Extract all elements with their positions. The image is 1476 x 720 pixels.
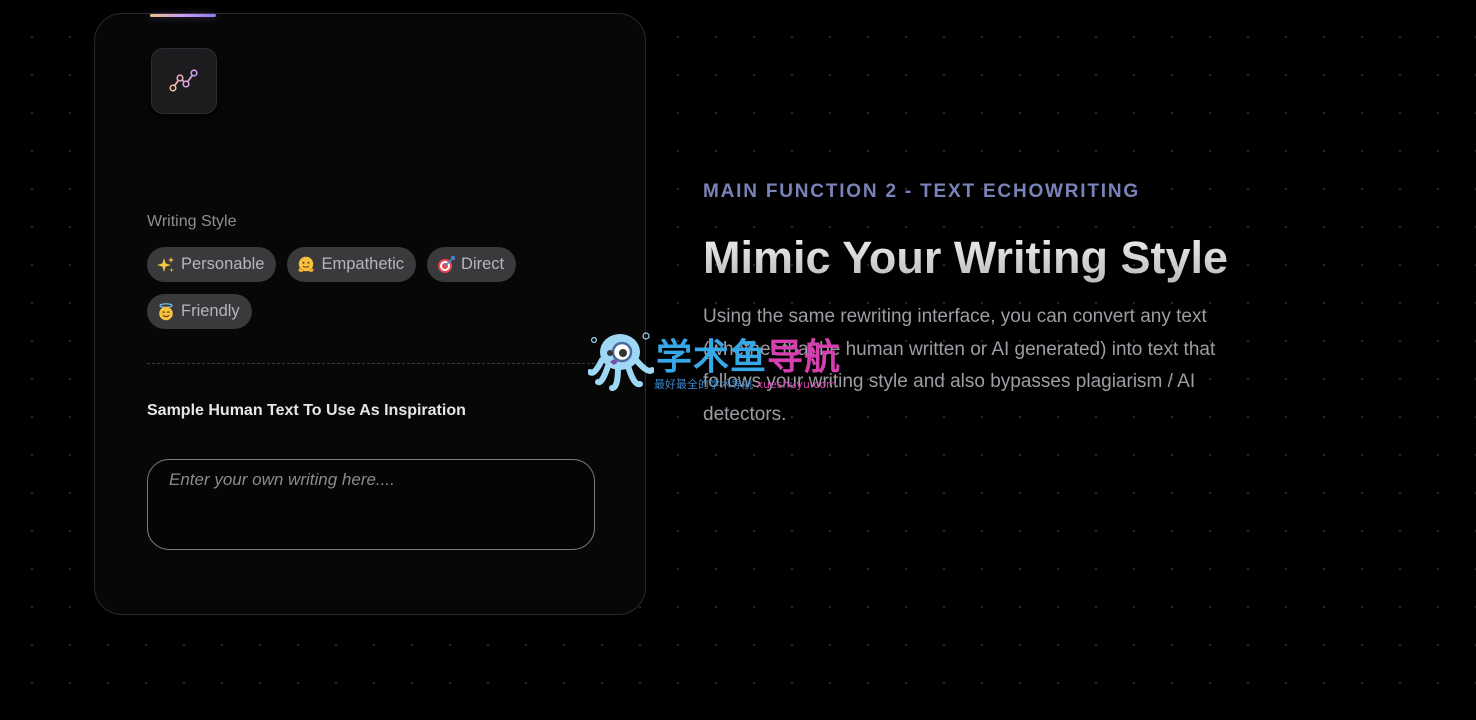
section-title: Mimic Your Writing Style	[703, 232, 1229, 283]
card-accent-bar	[150, 14, 216, 17]
watermark-logo: 学术鱼导航 最好最全的学术导航 xueshuyu.com	[588, 326, 888, 394]
chip-label: Direct	[461, 255, 505, 273]
sparkles-icon	[157, 256, 175, 274]
chip-direct[interactable]: Direct	[427, 247, 517, 282]
watermark-title: 学术鱼导航	[656, 328, 841, 380]
sample-text-input[interactable]	[147, 459, 595, 550]
sample-text-label: Sample Human Text To Use As Inspiration	[147, 402, 466, 419]
watermark-title-part2: 导航	[767, 337, 842, 378]
chip-friendly[interactable]: Friendly	[147, 294, 252, 329]
writing-style-card: Writing Style Personable Empathetic Dire…	[94, 13, 646, 615]
chip-label: Empathetic	[321, 255, 405, 273]
trend-line-icon	[151, 48, 217, 114]
hugging-face-icon	[297, 256, 315, 274]
watermark-subtitle-part1: 最好最全的学术导航	[654, 378, 753, 391]
chip-label: Personable	[181, 255, 265, 273]
smiling-halo-face-icon	[157, 302, 175, 321]
chip-label: Friendly	[181, 302, 240, 320]
chip-empathetic[interactable]: Empathetic	[287, 247, 417, 282]
bullseye-icon	[437, 255, 455, 274]
writing-style-label: Writing Style	[147, 213, 237, 230]
writing-style-chips: Personable Empathetic Direct Friendly	[147, 247, 567, 329]
watermark-title-part1: 学术鱼	[656, 337, 768, 378]
page: Writing Style Personable Empathetic Dire…	[0, 0, 1476, 720]
section-eyebrow: MAIN FUNCTION 2 - TEXT ECHOWRITING	[703, 181, 1140, 202]
chip-personable[interactable]: Personable	[147, 247, 277, 282]
watermark-subtitle: 最好最全的学术导航 xueshuyu.com	[654, 376, 837, 392]
octopus-mascot-icon	[588, 332, 654, 391]
divider	[147, 363, 595, 364]
watermark-subtitle-part2: xueshuyu.com	[756, 378, 837, 391]
